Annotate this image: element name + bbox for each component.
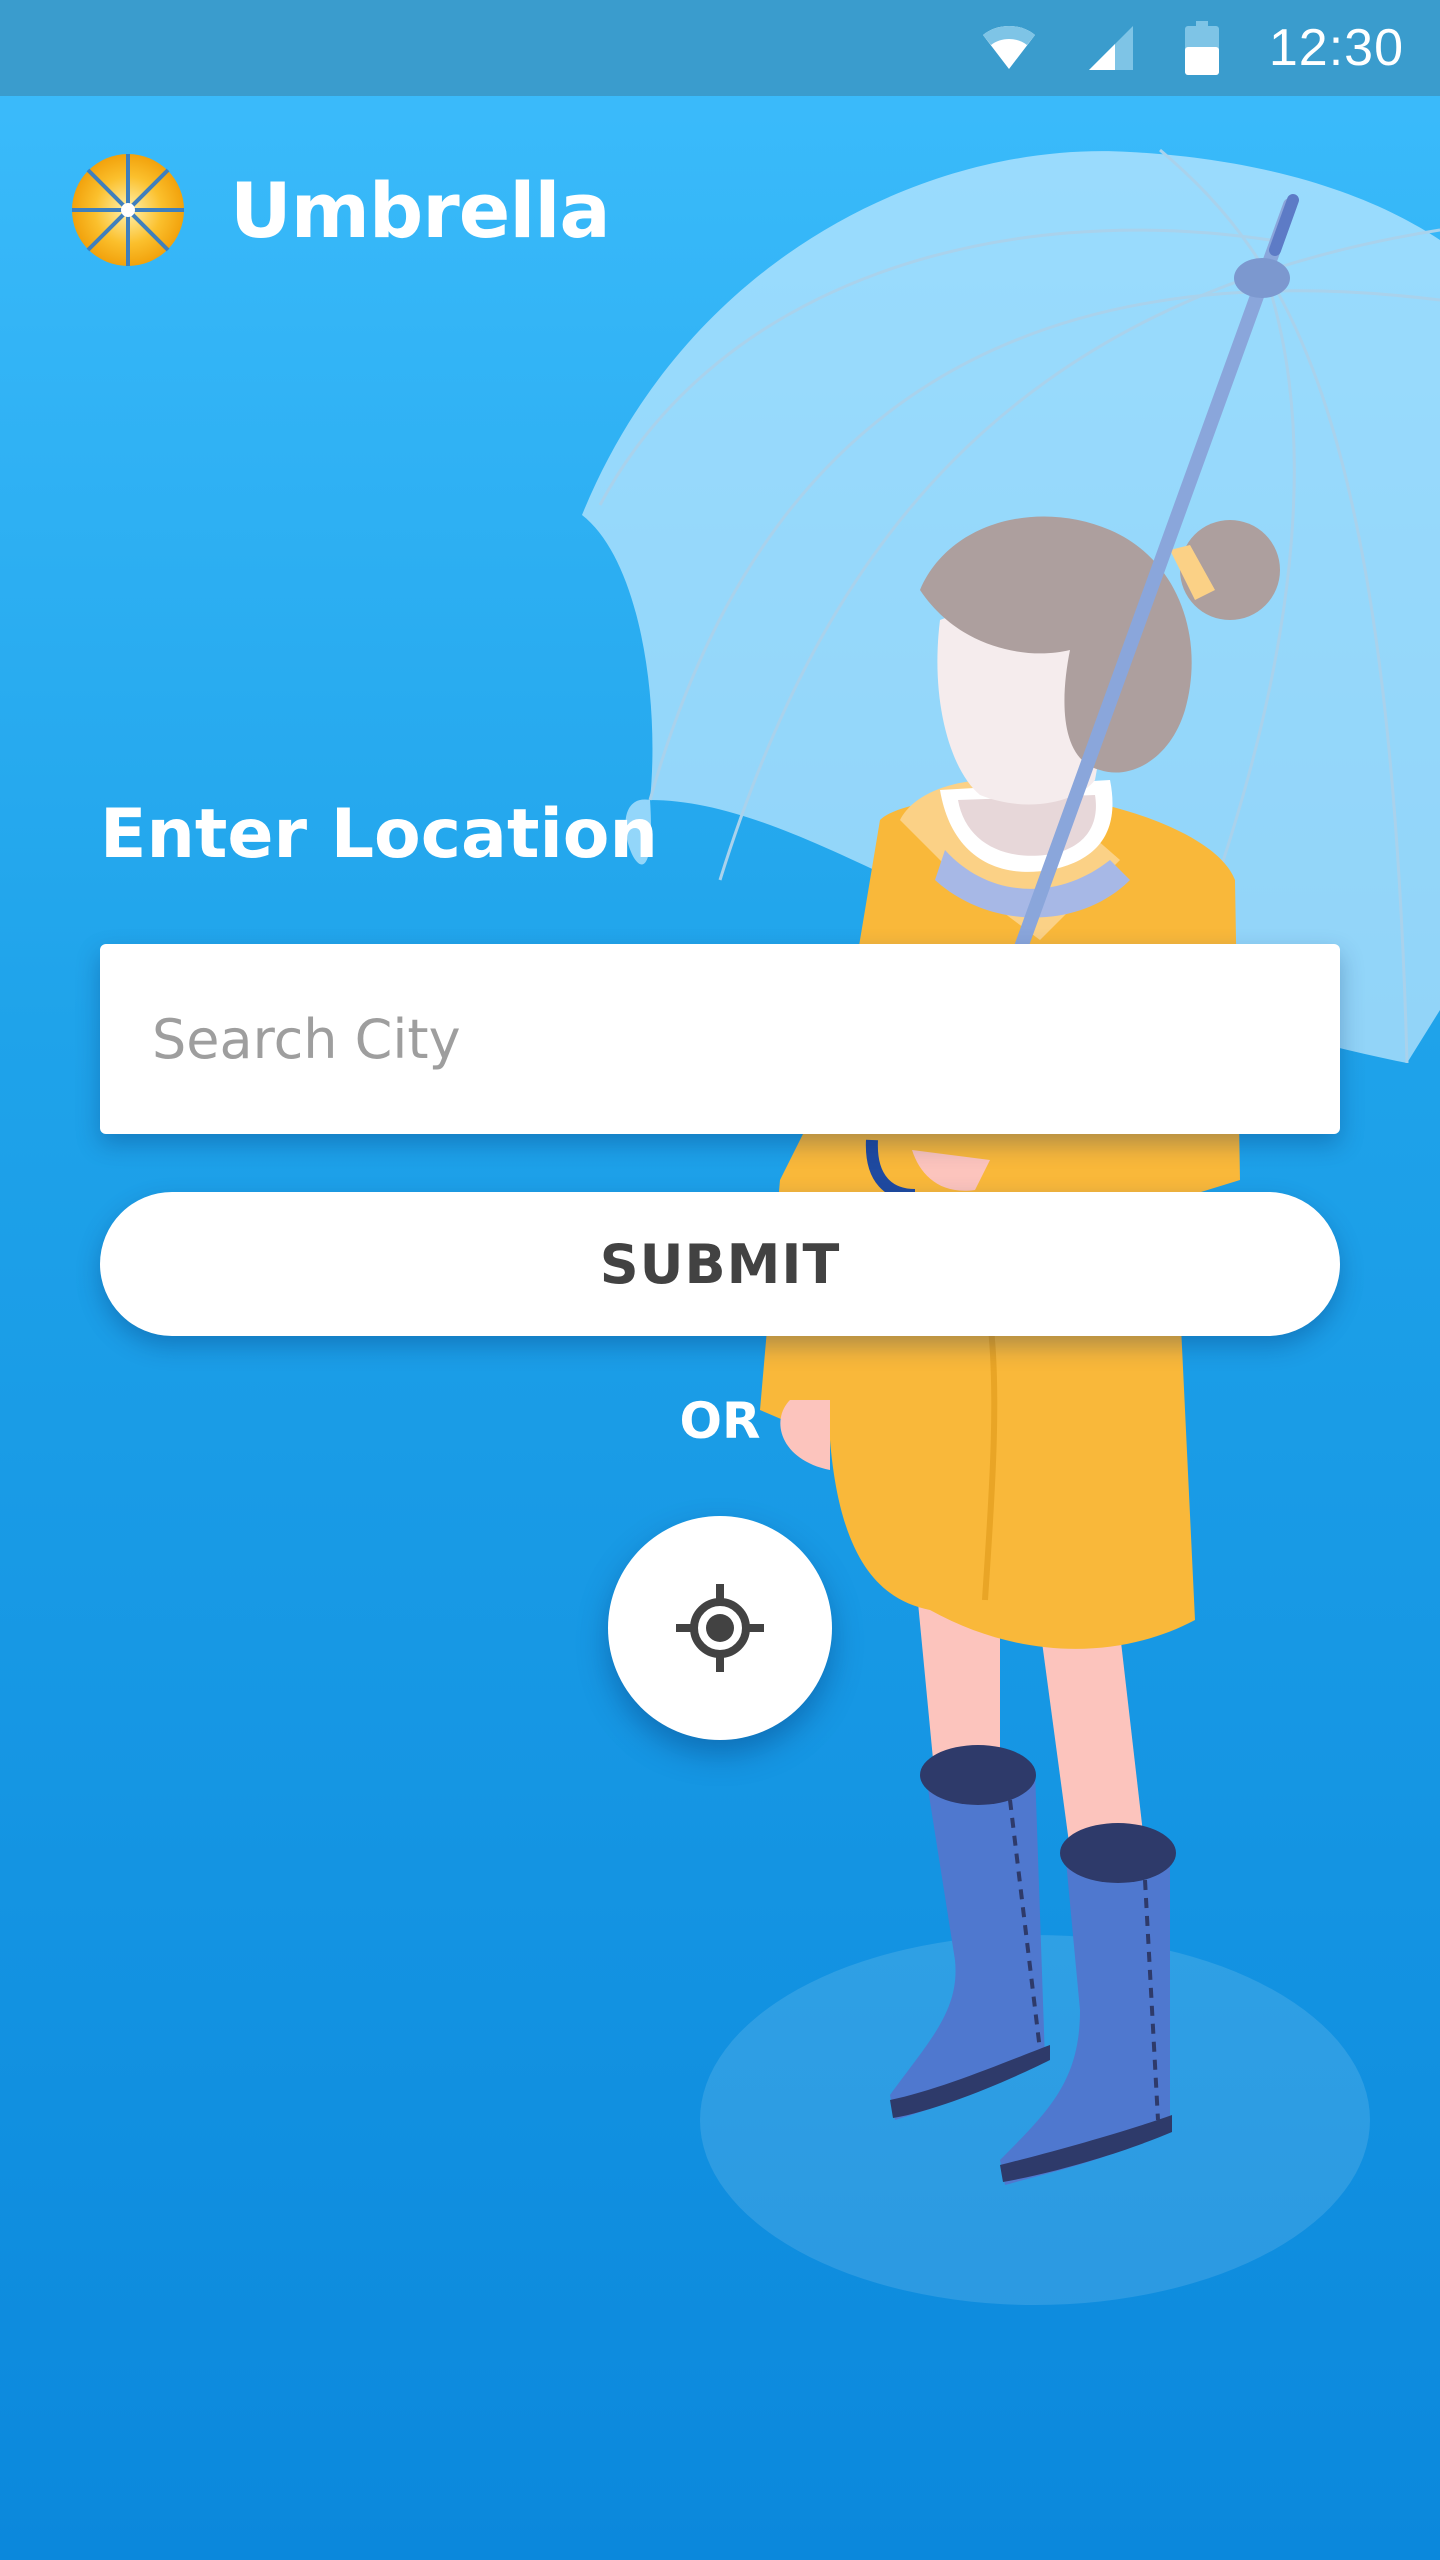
wifi-icon [981, 25, 1037, 71]
umbrella-canopy [582, 151, 1440, 1063]
app-title: Umbrella [230, 165, 611, 255]
status-bar: 12:30 [0, 0, 1440, 96]
status-time: 12:30 [1268, 19, 1404, 77]
umbrella-logo-icon [72, 154, 184, 266]
search-city-field[interactable] [100, 944, 1340, 1134]
or-divider: OR [679, 1392, 761, 1450]
search-city-input[interactable] [150, 1006, 1294, 1072]
cell-signal-icon [1087, 24, 1135, 72]
puddle-shape [700, 1935, 1370, 2305]
locate-me-button[interactable] [608, 1516, 832, 1740]
hair-shape [920, 516, 1192, 773]
enter-location-heading: Enter Location [100, 795, 658, 874]
battery-icon [1184, 21, 1219, 75]
submit-button[interactable]: SUBMIT [100, 1192, 1340, 1336]
app-header: Umbrella [68, 150, 611, 270]
gps-crosshair-icon [676, 1584, 764, 1672]
boots-group [890, 1745, 1176, 2185]
screen: 12:30 Umbrella Enter Location Search Cit… [0, 0, 1440, 2560]
